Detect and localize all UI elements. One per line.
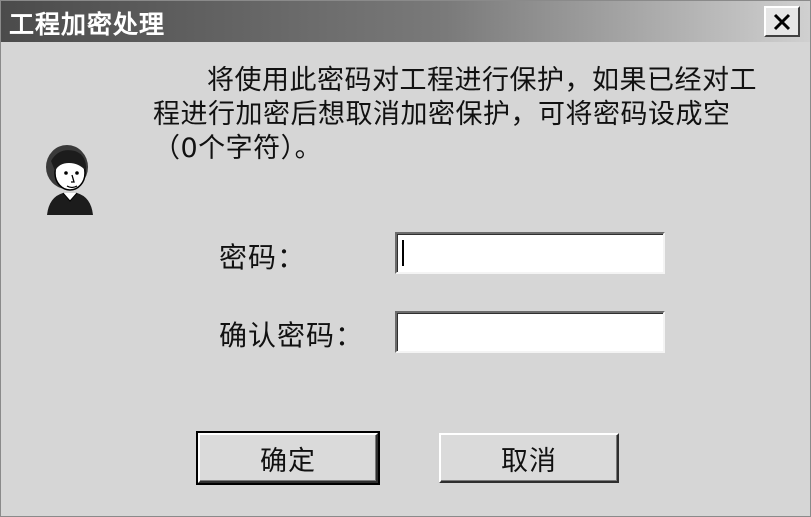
ok-button[interactable]: 确定 (196, 431, 380, 485)
encrypt-project-dialog: 工程加密处理 将使用此密码对工程进行保护，如果已经对工程进行加密后想取消加密保护… (0, 0, 811, 517)
password-input[interactable] (395, 232, 665, 274)
cancel-button[interactable]: 取消 (439, 433, 619, 483)
close-icon (773, 13, 791, 30)
text-caret (402, 240, 404, 266)
password-label: 密码： (219, 241, 307, 274)
window-title: 工程加密处理 (9, 10, 166, 39)
confirm-password-label: 确认密码： (219, 319, 365, 352)
person-portrait-icon (46, 145, 93, 215)
info-message: 将使用此密码对工程进行保护，如果已经对工程进行加密后想取消加密保护，可将密码设成… (153, 65, 757, 164)
close-button[interactable] (764, 6, 800, 37)
title-bar[interactable]: 工程加密处理 (1, 1, 810, 42)
confirm-password-input[interactable] (395, 311, 665, 353)
